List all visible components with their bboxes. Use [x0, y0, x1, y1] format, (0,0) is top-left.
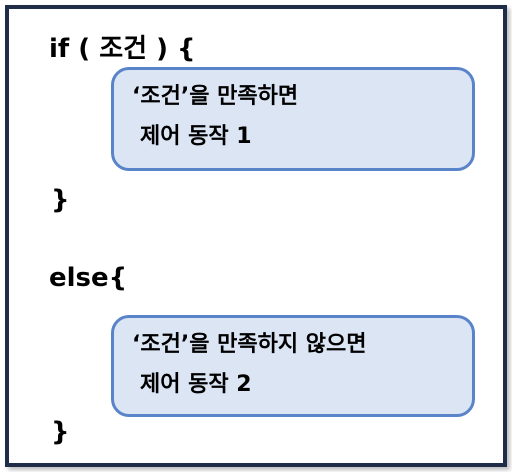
else-closing-brace: }	[51, 417, 70, 447]
code-diagram-frame: if ( 조건 ) { ‘조건’을 만족하면 제어 동작 1 } else{ ‘…	[5, 5, 507, 467]
else-condition-text: ‘조건’을 만족하지 않으면	[132, 332, 367, 357]
else-action-text: 제어 동작 2	[140, 372, 252, 397]
if-action-text: 제어 동작 1	[140, 124, 252, 149]
if-condition-text: ‘조건’을 만족하면	[132, 84, 299, 109]
else-action-box: ‘조건’을 만족하지 않으면 제어 동작 2	[111, 315, 475, 417]
else-statement-header: else{	[49, 263, 128, 293]
if-statement-header: if ( 조건 ) {	[49, 34, 196, 64]
if-action-box: ‘조건’을 만족하면 제어 동작 1	[111, 67, 475, 171]
if-closing-brace: }	[51, 185, 70, 215]
